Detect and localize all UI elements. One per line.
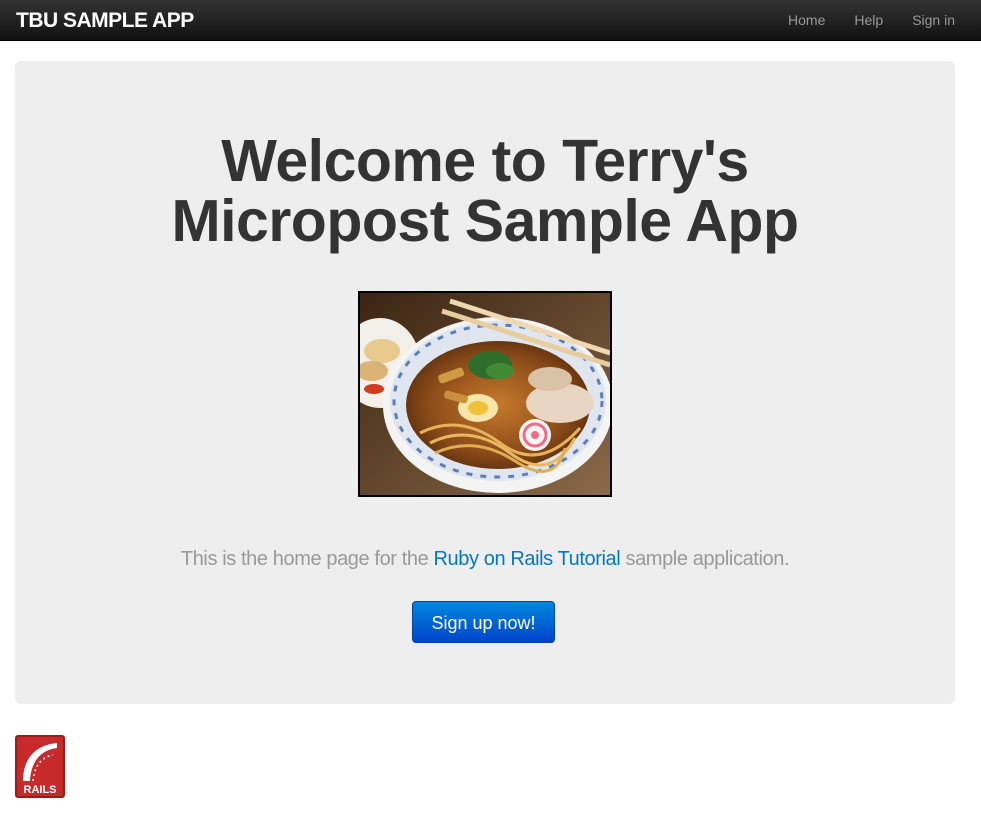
hero-subtitle: This is the home page for the Ruby on Ra… [15, 547, 955, 571]
subtitle-text-after: sample application. [620, 548, 790, 570]
nav-signin-link[interactable]: Sign in [912, 0, 955, 41]
hero-unit: Welcome to Terry's Micropost Sample App [15, 61, 955, 704]
rails-logo-icon: RAILS [15, 735, 65, 798]
nav-help-link[interactable]: Help [854, 0, 883, 41]
top-navbar: TBU SAMPLE APP Home Help Sign in [0, 0, 981, 41]
title-line-2: Micropost Sample App [171, 188, 799, 254]
rails-logo-link[interactable]: RAILS [15, 735, 65, 798]
page-title: Welcome to Terry's Micropost Sample App [15, 131, 955, 251]
signup-button[interactable]: Sign up now! [412, 601, 555, 643]
nav-home-link[interactable]: Home [788, 0, 825, 41]
subtitle-text-before: This is the home page for the [180, 548, 434, 570]
brand-logo-link[interactable]: TBU SAMPLE APP [16, 9, 194, 33]
title-line-1: Welcome to Terry's [221, 128, 749, 194]
nav-links: Home Help Sign in [759, 0, 955, 41]
ramen-illustration [360, 293, 610, 495]
rails-tutorial-link[interactable]: Ruby on Rails Tutorial [433, 548, 620, 570]
ramen-image [358, 291, 612, 497]
rails-logo-text: RAILS [24, 784, 57, 796]
